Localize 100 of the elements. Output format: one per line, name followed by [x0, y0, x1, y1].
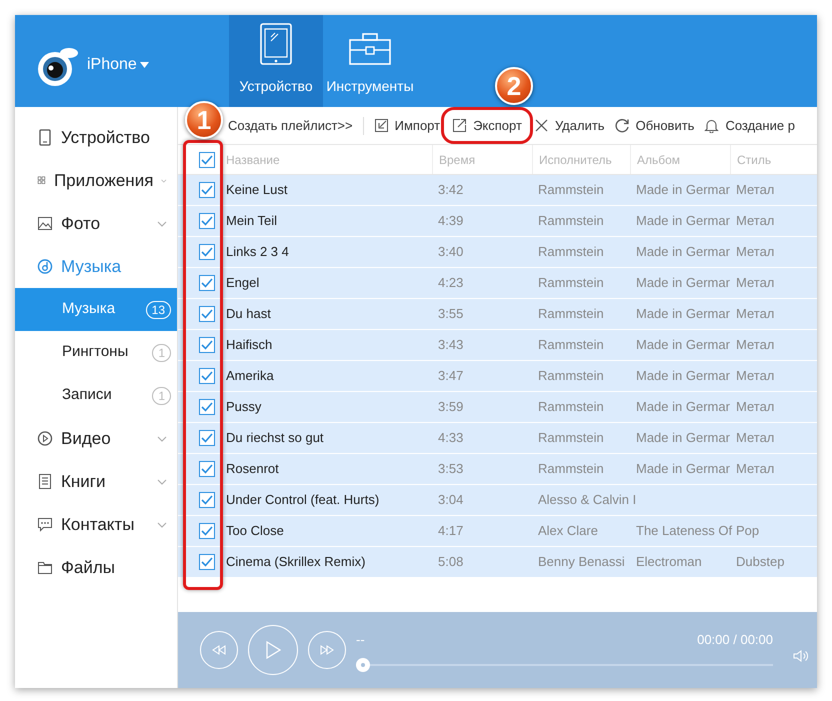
- track-title: --: [356, 631, 365, 650]
- table-row[interactable]: Pussy 3:59 Rammstein Made in Germar Метал: [178, 392, 817, 423]
- table-cell: Rammstein: [538, 182, 604, 198]
- table-cell: Cinema (Skrillex Remix): [226, 554, 366, 570]
- table-cell: Alex Clare: [538, 523, 598, 538]
- table-cell: Rammstein: [538, 213, 604, 228]
- checkbox[interactable]: [199, 430, 215, 446]
- count-badge: 13: [146, 300, 171, 318]
- table-cell: 3:53: [438, 461, 464, 476]
- table-row[interactable]: Du riechst so gut 4:33 Rammstein Made in Germar Метал: [178, 423, 817, 454]
- table-cell: Метал: [736, 244, 774, 260]
- table-cell: 3:47: [438, 368, 464, 384]
- rewind-icon: [211, 645, 227, 655]
- close-icon: [534, 118, 549, 133]
- table-cell: The Lateness Of: [636, 523, 732, 538]
- checkbox[interactable]: [199, 554, 215, 570]
- toolbar-button[interactable]: Импорт: [374, 116, 440, 136]
- table-cell: Pussy: [226, 399, 262, 414]
- sidebar-subitem[interactable]: Записи 1: [15, 374, 177, 417]
- table-cell: Benny Benassi: [538, 554, 625, 570]
- table-cell: Метал: [736, 337, 774, 352]
- sidebar-item[interactable]: Книги: [15, 460, 177, 503]
- table-row[interactable]: Du hast 3:55 Rammstein Made in Germar Метал: [178, 299, 817, 330]
- table-cell: 4:33: [438, 430, 464, 446]
- table-cell: Rammstein: [538, 461, 604, 476]
- play-circle-icon: [37, 430, 53, 447]
- table-cell: Engel: [226, 275, 260, 290]
- rewind-button[interactable]: [200, 631, 238, 669]
- nav-tab[interactable]: Устройство: [229, 15, 323, 107]
- sidebar-subitem[interactable]: Рингтоны 1: [15, 331, 177, 374]
- table-cell: Made in Germar: [636, 244, 730, 260]
- sidebar-item[interactable]: Приложения: [15, 159, 177, 202]
- table-cell: Made in Germar: [636, 337, 730, 352]
- table-cell: Alesso & Calvin I: [538, 492, 636, 508]
- checkbox[interactable]: [199, 492, 215, 508]
- phone-icon: [37, 129, 53, 146]
- table-cell: Pop: [736, 523, 760, 538]
- folder-icon: [37, 559, 53, 576]
- checkbox[interactable]: [199, 213, 215, 229]
- table-row[interactable]: Haifisch 3:43 Rammstein Made in Germar Метал: [178, 330, 817, 361]
- progress-track[interactable]: [356, 658, 773, 672]
- table-row[interactable]: Cinema (Skrillex Remix) 5:08 Benny Benassi Electroman Dubstep: [178, 547, 817, 578]
- table-cell: Rammstein: [538, 275, 604, 290]
- checkbox[interactable]: [199, 244, 215, 260]
- table-cell: 5:08: [438, 554, 464, 570]
- sidebar-item[interactable]: Фото: [15, 202, 177, 245]
- table-row[interactable]: Engel 4:23 Rammstein Made in Germar Метал: [178, 268, 817, 299]
- fast-forward-button[interactable]: [308, 631, 346, 669]
- checkbox[interactable]: [199, 523, 215, 539]
- table-cell: Метал: [736, 182, 774, 198]
- toolbar-button[interactable]: Создание р: [704, 116, 795, 136]
- chevron-down-icon: [157, 436, 167, 442]
- checkbox[interactable]: [199, 152, 215, 168]
- table-row[interactable]: Under Control (feat. Hurts) 3:04 Alesso & Calvin I: [178, 485, 817, 516]
- sidebar-item[interactable]: Устройство: [15, 116, 177, 159]
- table-cell: Under Control (feat. Hurts): [226, 492, 380, 508]
- table-row[interactable]: Amerika 3:47 Rammstein Made in Germar Метал: [178, 361, 817, 392]
- toolbar-button[interactable]: Удалить: [534, 116, 605, 136]
- sidebar-item[interactable]: Видео: [15, 417, 177, 460]
- table-cell: 3:04: [438, 492, 464, 508]
- table-row[interactable]: Keine Lust 3:42 Rammstein Made in Germar Метал: [178, 175, 817, 206]
- table-cell: Rosenrot: [226, 461, 279, 476]
- table-cell: Метал: [736, 461, 774, 476]
- table-row[interactable]: Too Close 4:17 Alex Clare The Lateness Of Pop: [178, 516, 817, 547]
- step-number-badge: 1: [185, 101, 223, 139]
- table-cell: Made in Germar: [636, 461, 730, 476]
- table-cell: Amerika: [226, 368, 274, 384]
- chevron-down-icon: [157, 220, 167, 226]
- table-cell: Du riechst so gut: [226, 430, 324, 446]
- table-row[interactable]: Links 2 3 4 3:40 Rammstein Made in Germar Метал: [178, 237, 817, 268]
- book-icon: [37, 473, 53, 490]
- chevron-down-icon: [157, 522, 167, 528]
- speaker-icon: [793, 649, 809, 663]
- table-cell: 4:39: [438, 213, 464, 228]
- table-cell: 4:23: [438, 275, 464, 290]
- toolbar-button[interactable]: Обновить: [614, 116, 694, 136]
- table-row[interactable]: Mein Teil 4:39 Rammstein Made in Germar Метал: [178, 206, 817, 237]
- play-button[interactable]: [248, 625, 298, 675]
- table-cell: Rammstein: [538, 244, 604, 260]
- checkbox[interactable]: [199, 182, 215, 198]
- chat-icon: [37, 516, 53, 533]
- checkbox[interactable]: [199, 275, 215, 291]
- table-cell: 3:43: [438, 337, 464, 352]
- checkbox[interactable]: [199, 337, 215, 353]
- table-cell: 3:55: [438, 306, 464, 322]
- checkbox[interactable]: [199, 461, 215, 477]
- table-cell: Haifisch: [226, 337, 272, 352]
- toolbar-button[interactable]: Создать плейлист>>: [228, 116, 353, 136]
- table-row[interactable]: Rosenrot 3:53 Rammstein Made in Germar Метал: [178, 454, 817, 485]
- toolbar-button[interactable]: Экспорт: [450, 116, 524, 136]
- checkbox[interactable]: [199, 368, 215, 384]
- progress-thumb[interactable]: [356, 658, 370, 672]
- sidebar-item[interactable]: Файлы: [15, 546, 177, 589]
- table-cell: Du hast: [226, 306, 271, 322]
- table-cell: Rammstein: [538, 368, 604, 384]
- sidebar-item[interactable]: Контакты: [15, 503, 177, 546]
- checkbox[interactable]: [199, 306, 215, 322]
- play-icon: [265, 641, 281, 659]
- chevron-down-icon: [161, 178, 167, 184]
- checkbox[interactable]: [199, 399, 215, 415]
